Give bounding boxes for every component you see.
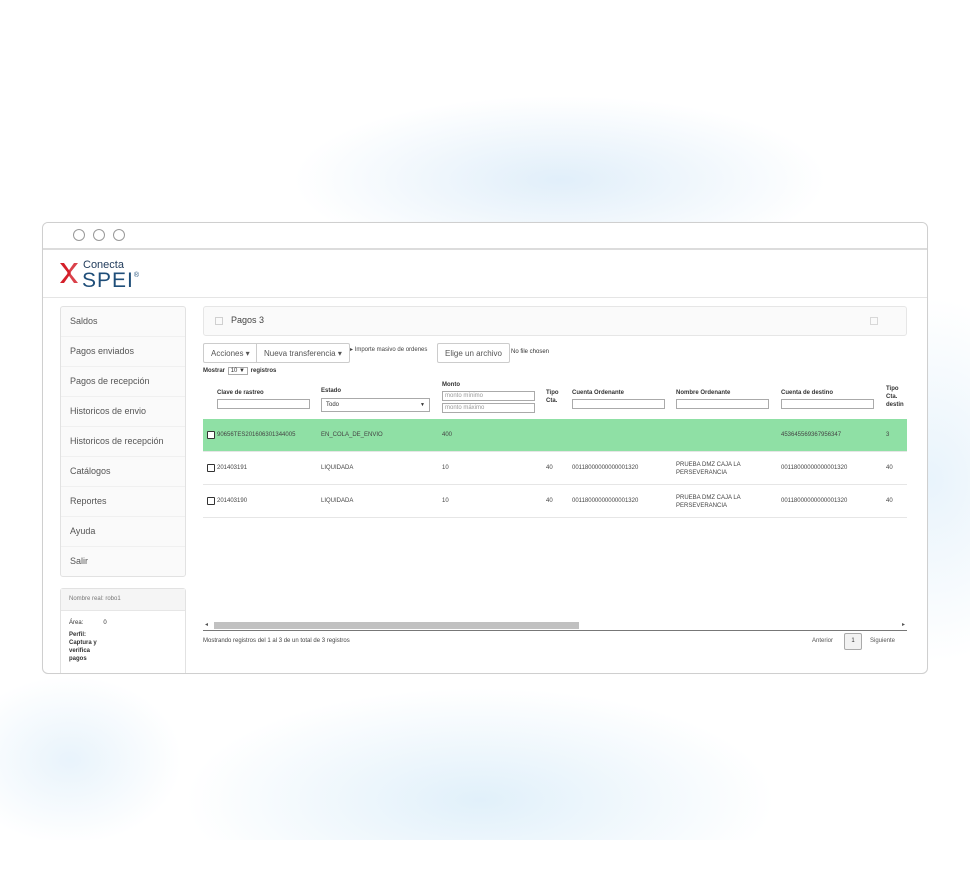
- col-clave[interactable]: Clave de rastreo: [217, 390, 264, 396]
- row-checkbox[interactable]: [207, 497, 215, 505]
- cell-nombre-ordenante: PRUEBA DMZ CAJA LA PERSEVERANCIA: [676, 462, 741, 476]
- main-content: Pagos 3 Acciones ▾ Nueva transferencia ▾…: [203, 306, 907, 666]
- cell-estado: EN_COLA_DE_ENVIO: [321, 432, 383, 438]
- area-label: Área:: [69, 620, 84, 626]
- col-tipo-cta-destino[interactable]: Tipo Cta. destin: [886, 385, 906, 409]
- acciones-button[interactable]: Acciones ▾: [203, 343, 258, 363]
- cell-cuenta-ordenante: 00118000000000001320: [572, 465, 639, 471]
- brand-main: SPEI®: [82, 269, 141, 292]
- scrollbar-thumb[interactable]: [214, 622, 579, 629]
- user-profile: Perfil: Captura y verifica pagos: [69, 632, 97, 662]
- table-row[interactable]: 201403190 LIQUIDADA 10 40 00118000000000…: [203, 485, 907, 518]
- pagination-page-1[interactable]: 1: [844, 633, 862, 650]
- monto-min-input[interactable]: monto mínimo: [442, 391, 535, 401]
- cell-clave: 201403191: [217, 465, 248, 471]
- pagination-next[interactable]: Siguiente: [870, 638, 895, 644]
- cell-tipo-destino: 3: [886, 432, 890, 438]
- nueva-transferencia-button[interactable]: Nueva transferencia ▾: [256, 343, 350, 363]
- sidebar-item-historicos-recepcion[interactable]: Historicos de recepción: [61, 427, 185, 457]
- sidebar-item-saldos[interactable]: Saldos: [61, 307, 185, 337]
- col-cuenta-destino[interactable]: Cuenta de destino: [781, 390, 833, 396]
- cell-monto: 10: [442, 465, 449, 471]
- cell-monto: 10: [442, 498, 449, 504]
- table-row[interactable]: 201403191 LIQUIDADA 10 40 00118000000000…: [203, 452, 907, 485]
- area-value: 0: [103, 620, 107, 626]
- file-status: No file chosen: [511, 349, 550, 355]
- table-header: Clave de rastreo Estado Todo ▼ Monto mont…: [203, 381, 907, 420]
- sidebar-item-reportes[interactable]: Reportes: [61, 487, 185, 517]
- sidebar-nav: Saldos Pagos enviados Pagos de recepción…: [60, 306, 186, 577]
- page-length-control: Mostrar 10 ▼ registros: [203, 367, 277, 375]
- cell-cuenta-destino: 00118000000000001320: [781, 498, 848, 504]
- sidebar: Saldos Pagos enviados Pagos de recepción…: [60, 306, 186, 673]
- sidebar-item-pagos-recepcion[interactable]: Pagos de recepción: [61, 367, 185, 397]
- page-length-select[interactable]: 10 ▼: [227, 367, 248, 375]
- scroll-right-icon[interactable]: ▸: [902, 621, 905, 628]
- window-titlebar: [43, 223, 927, 250]
- cell-monto: 400: [442, 432, 453, 438]
- header: Conecta SPEI®: [43, 250, 927, 298]
- row-checkbox[interactable]: [207, 431, 215, 439]
- col-nombre-ordenante[interactable]: Nombre Ordenante: [676, 390, 730, 396]
- panel-icon: [215, 317, 223, 325]
- col-cuenta-ordenante[interactable]: Cuenta Ordenante: [572, 390, 624, 396]
- scroll-left-icon[interactable]: ◂: [205, 621, 208, 628]
- page-title: Pagos 3: [231, 315, 265, 325]
- importe-masivo-link[interactable]: ▸ Importe masivo de ordenes: [350, 346, 427, 353]
- row-checkbox[interactable]: [207, 464, 215, 472]
- panel-collapse-icon[interactable]: [870, 317, 878, 325]
- user-name: Nombre real: robo1: [61, 589, 185, 611]
- monto-max-input[interactable]: monto máximo: [442, 403, 535, 413]
- cell-cuenta-destino: 453645569367956347: [781, 432, 842, 438]
- cell-tipo-destino: 40: [886, 498, 893, 504]
- sidebar-item-ayuda[interactable]: Ayuda: [61, 517, 185, 547]
- col-monto[interactable]: Monto: [442, 382, 460, 388]
- estado-filter-select[interactable]: Todo ▼: [321, 398, 430, 412]
- nombre-ordenante-filter-input[interactable]: [676, 399, 769, 409]
- window-control-minimize[interactable]: [93, 229, 105, 241]
- sidebar-item-salir[interactable]: Salir: [61, 547, 185, 576]
- sidebar-item-historicos-envio[interactable]: Historicos de envio: [61, 397, 185, 427]
- window-control-maximize[interactable]: [113, 229, 125, 241]
- cell-cuenta-ordenante: 00118000000000001320: [572, 498, 639, 504]
- toolbar: Acciones ▾ Nueva transferencia ▾ ▸ Impor…: [203, 343, 907, 363]
- sidebar-item-catalogos[interactable]: Catálogos: [61, 457, 185, 487]
- window-control-close[interactable]: [73, 229, 85, 241]
- cell-nombre-ordenante: PRUEBA DMZ CAJA LA PERSEVERANCIA: [676, 495, 741, 509]
- cell-tipo: 40: [546, 498, 553, 504]
- clave-filter-input[interactable]: [217, 399, 310, 409]
- choose-file-button[interactable]: Elige un archivo: [437, 343, 510, 363]
- cell-estado: LIQUIDADA: [321, 498, 354, 504]
- col-estado[interactable]: Estado: [321, 388, 341, 394]
- browser-window: Conecta SPEI® Saldos Pagos enviados Pago…: [42, 222, 928, 674]
- cell-clave: 90656TES20160630134400​5: [217, 432, 296, 438]
- horizontal-scrollbar[interactable]: ◂ ▸: [203, 621, 907, 631]
- pagination-previous[interactable]: Anterior: [812, 638, 833, 644]
- table-body: 90656TES20160630134400​5 EN_COLA_DE_ENVI…: [203, 419, 907, 518]
- table-info: Mostrando registros del 1 al 3 de un tot…: [203, 638, 350, 644]
- table-row[interactable]: 90656TES20160630134400​5 EN_COLA_DE_ENVI…: [203, 419, 907, 452]
- user-info-panel: Nombre real: robo1 Área: 0 Perfil: Captur…: [60, 588, 186, 673]
- cuenta-destino-filter-input[interactable]: [781, 399, 874, 409]
- cell-tipo: 40: [546, 465, 553, 471]
- conecta-spei-logo-icon: [60, 263, 78, 283]
- panel-header: Pagos 3: [203, 306, 907, 336]
- cell-estado: LIQUIDADA: [321, 465, 354, 471]
- cell-tipo-destino: 40: [886, 465, 893, 471]
- cell-cuenta-destino: 00118000000000001320: [781, 465, 848, 471]
- sidebar-item-pagos-enviados[interactable]: Pagos enviados: [61, 337, 185, 367]
- col-tipo-cta[interactable]: Tipo Cta.: [546, 389, 562, 405]
- cuenta-ordenante-filter-input[interactable]: [572, 399, 665, 409]
- cell-clave: 201403190: [217, 498, 248, 504]
